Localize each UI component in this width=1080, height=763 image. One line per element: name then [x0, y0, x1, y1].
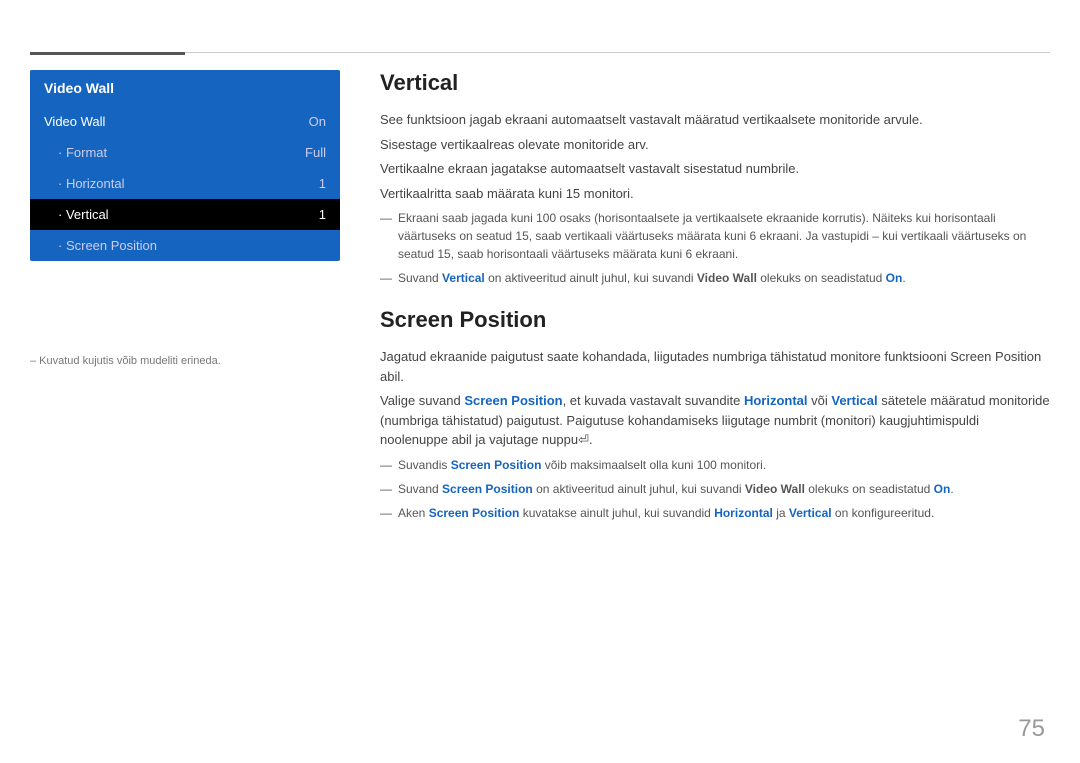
main-content: Vertical See funktsioon jagab ekraani au…: [380, 70, 1050, 542]
sidebar-header: Video Wall: [30, 70, 340, 106]
screen-position-title: Screen Position: [380, 307, 1050, 333]
screen-position-body: Jagatud ekraanide paigutust saate kohand…: [380, 347, 1050, 522]
vertical-note1-text: Ekraani saab jagada kuni 100 osaks (hori…: [398, 209, 1050, 263]
sidebar-item-label-screen-position: · Screen Position: [58, 238, 157, 253]
sidebar-item-horizontal[interactable]: · Horizontal 1: [30, 168, 340, 199]
vertical-body: See funktsioon jagab ekraani automaatsel…: [380, 110, 1050, 287]
vertical-para3: Vertikaalne ekraan jagatakse automaatsel…: [380, 159, 1050, 179]
sp-note2: Suvand Screen Position on aktiveeritud a…: [380, 480, 1050, 498]
vertical-para2: Sisestage vertikaalreas olevate monitori…: [380, 135, 1050, 155]
sp-note3: Aken Screen Position kuvatakse ainult ju…: [380, 504, 1050, 522]
sidebar-item-vertical[interactable]: · Vertical 1: [30, 199, 340, 230]
footnote: – Kuvatud kujutis võib mudeliti erineda.: [30, 355, 221, 367]
vertical-section: Vertical See funktsioon jagab ekraani au…: [380, 70, 1050, 287]
sidebar-item-value-vertical: 1: [319, 207, 326, 222]
vertical-para1: See funktsioon jagab ekraani automaatsel…: [380, 110, 1050, 130]
vertical-para4: Vertikaalritta saab määrata kuni 15 moni…: [380, 184, 1050, 204]
sp-para2: Valige suvand Screen Position, et kuvada…: [380, 391, 1050, 450]
sp-para1: Jagatud ekraanide paigutust saate kohand…: [380, 347, 1050, 386]
sp-note1: Suvandis Screen Position võib maksimaals…: [380, 456, 1050, 474]
vertical-note1: Ekraani saab jagada kuni 100 osaks (hori…: [380, 209, 1050, 263]
sidebar: Video Wall Video Wall On · Format Full · Hor…: [30, 70, 340, 261]
sidebar-item-label-format: · Format: [58, 145, 107, 160]
sidebar-item-screen-position[interactable]: · Screen Position: [30, 230, 340, 261]
vertical-note2: Suvand Vertical on aktiveeritud ainult j…: [380, 269, 1050, 287]
sidebar-item-video-wall[interactable]: Video Wall On: [30, 106, 340, 137]
vertical-note2-text: Suvand Vertical on aktiveeritud ainult j…: [398, 269, 1050, 287]
sp-note3-text: Aken Screen Position kuvatakse ainult ju…: [398, 504, 1050, 522]
sidebar-item-label-vertical: · Vertical: [58, 207, 109, 222]
sidebar-item-value-video-wall: On: [309, 114, 326, 129]
sidebar-item-value-horizontal: 1: [319, 176, 326, 191]
sidebar-item-label-horizontal: · Horizontal: [58, 176, 124, 191]
sp-note2-text: Suvand Screen Position on aktiveeritud a…: [398, 480, 1050, 498]
vertical-title: Vertical: [380, 70, 1050, 96]
sidebar-item-value-format: Full: [305, 145, 326, 160]
screen-position-section: Screen Position Jagatud ekraanide paigut…: [380, 307, 1050, 522]
sidebar-item-format[interactable]: · Format Full: [30, 137, 340, 168]
sidebar-item-label-video-wall: Video Wall: [44, 114, 105, 129]
sp-note1-text: Suvandis Screen Position võib maksimaals…: [398, 456, 1050, 474]
top-accent-line: [30, 52, 185, 55]
page-number: 75: [1018, 715, 1045, 743]
